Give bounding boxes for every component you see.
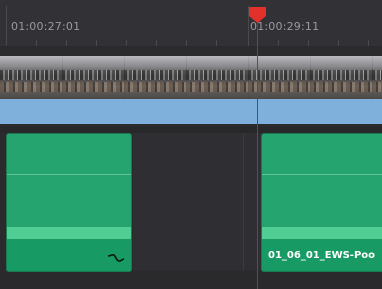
snap-guide-line <box>243 133 244 270</box>
video-clip-bar[interactable] <box>0 99 382 124</box>
video-thumbnail <box>62 56 125 99</box>
video-thumbnail <box>372 56 382 99</box>
playhead-line[interactable] <box>257 14 258 289</box>
audio-clip-right[interactable]: 01_06_01_EWS-Poo <box>261 133 382 272</box>
video-thumbnail <box>186 56 249 99</box>
timeline-ruler[interactable]: 01:00:27:01 01:00:29:11 <box>0 0 382 47</box>
video-track <box>0 46 382 127</box>
audio-waveform <box>262 227 382 239</box>
ruler-major-tick <box>6 6 7 46</box>
audio-level-line <box>7 174 131 175</box>
video-clip-thumbnails[interactable] <box>0 56 382 99</box>
audio-gap <box>133 133 261 270</box>
timeline-bottom-area <box>0 272 382 289</box>
audio-level-line <box>262 174 382 175</box>
video-thumbnail <box>310 56 373 99</box>
playhead-marker-icon[interactable] <box>248 6 267 24</box>
audio-waveform <box>7 227 131 239</box>
video-thumbnail <box>124 56 187 99</box>
video-thumbnail <box>0 56 63 99</box>
audio-clip-label: 01_06_01_EWS-Poo <box>268 250 376 261</box>
audio-clip-left[interactable] <box>6 133 132 272</box>
audio-fade-icon[interactable] <box>107 252 125 264</box>
timecode-label-left: 01:00:27:01 <box>11 20 81 33</box>
